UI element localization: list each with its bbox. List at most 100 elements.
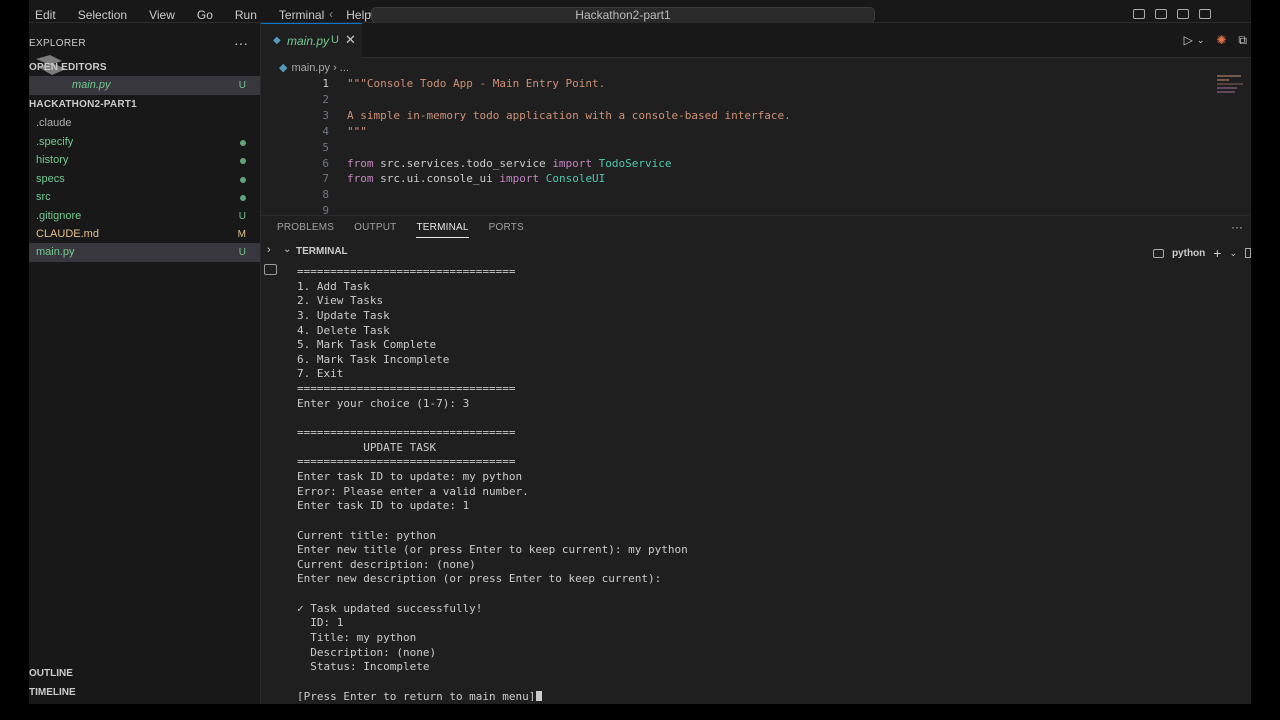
terminal-line-text: ================================= bbox=[297, 426, 516, 440]
tab-badge: U bbox=[331, 34, 339, 46]
tree-item-claude-md[interactable]: CLAUDE.md M bbox=[29, 225, 260, 244]
command-center[interactable]: Hackathon2-part1 bbox=[371, 7, 875, 22]
code-line: """ bbox=[347, 125, 367, 138]
breadcrumb-sep[interactable]: › ... bbox=[333, 62, 349, 74]
terminal-output[interactable]: ================================= 1. Add … bbox=[297, 265, 1237, 701]
tree-item-specs[interactable]: specs bbox=[29, 170, 260, 189]
terminal-line: 4. Delete Task bbox=[297, 324, 1237, 339]
terminal-dropdown-chevron-icon[interactable]: ⌄ bbox=[1229, 248, 1237, 259]
terminal-line-text: ✓ Task updated successfully! bbox=[297, 601, 483, 615]
terminal-line: 5. Mark Task Complete bbox=[297, 338, 1237, 353]
tree-item-dot-gitignore[interactable]: .gitignore U bbox=[29, 207, 260, 226]
code-token: src.services.todo_service bbox=[380, 156, 553, 170]
breadcrumb-file[interactable]: main.py bbox=[291, 62, 330, 74]
tree-item-label: main.py bbox=[36, 246, 75, 258]
project-folder-section[interactable]: HACKATHON2-PART1 bbox=[29, 99, 137, 110]
tab-main-py[interactable]: ◆ main.py U ✕ bbox=[261, 23, 362, 58]
menu-item-go[interactable]: Go bbox=[197, 8, 213, 22]
customize-layout-icon[interactable] bbox=[1199, 9, 1211, 19]
line-number: 4 bbox=[322, 124, 329, 138]
terminal-line-text: 7. Exit bbox=[297, 367, 344, 381]
explorer-more-icon[interactable]: ··· bbox=[234, 35, 248, 51]
menu-item-terminal[interactable]: Terminal bbox=[279, 8, 324, 22]
tree-item-dot-claude[interactable]: .claude bbox=[29, 114, 260, 133]
terminal-line: ================================= bbox=[297, 382, 1237, 397]
outline-section[interactable]: OUTLINE bbox=[29, 668, 73, 679]
code-line: from src.ui.console_ui import ConsoleUI bbox=[347, 172, 605, 185]
terminal-line-text: 1. Add Task bbox=[297, 279, 370, 293]
terminal-line: 7. Exit bbox=[297, 367, 1237, 382]
minimap[interactable] bbox=[1217, 75, 1245, 105]
toggle-sidebar-icon[interactable] bbox=[1133, 9, 1145, 19]
menu-item-edit[interactable]: Edit bbox=[35, 8, 56, 22]
terminal-line-text: ================================= bbox=[297, 455, 516, 469]
panel-more-icon[interactable]: ··· bbox=[1231, 220, 1243, 234]
toggle-panel-icon[interactable] bbox=[1155, 9, 1167, 19]
code-token: ConsoleUI bbox=[545, 172, 606, 186]
timeline-section[interactable]: TIMELINE bbox=[29, 687, 76, 698]
line-number: 2 bbox=[322, 92, 329, 106]
git-status-dot-icon bbox=[240, 139, 246, 146]
terminal-shell-icon bbox=[1152, 248, 1164, 258]
terminal-line-text: Title: my python bbox=[297, 631, 417, 645]
terminal-line: ================================= bbox=[297, 455, 1237, 470]
close-tab-icon[interactable]: ✕ bbox=[345, 32, 356, 48]
terminal-line-text: ================================= bbox=[297, 265, 516, 278]
terminal-line: Enter your choice (1-7): 3 bbox=[297, 397, 1237, 412]
code-token: TodoService bbox=[598, 156, 672, 170]
terminal-shell-name[interactable]: python bbox=[1172, 248, 1205, 259]
git-status-dot-icon bbox=[240, 195, 246, 201]
menu-item-run[interactable]: Run bbox=[235, 8, 257, 22]
tree-item-label: src bbox=[36, 191, 51, 203]
explorer-title: EXPLORER bbox=[29, 38, 86, 49]
open-editor-label: main.py bbox=[72, 79, 111, 91]
code-token: A simple in-memory todo application with… bbox=[347, 108, 791, 122]
terminal-line: ================================= bbox=[297, 265, 1237, 280]
run-dropdown-chevron-icon[interactable]: ⌄ bbox=[1197, 35, 1205, 48]
claude-icon[interactable]: ✺ bbox=[1216, 33, 1226, 48]
code-line: from src.services.todo_service import To… bbox=[347, 157, 672, 170]
terminal-line-text: UPDATE TASK bbox=[297, 440, 437, 454]
split-editor-icon[interactable]: ⧉ bbox=[1238, 33, 1247, 48]
code-line: """Console Todo App - Main Entry Point. bbox=[347, 77, 605, 90]
tab-ports[interactable]: PORTS bbox=[489, 222, 524, 238]
terminal-line: Current description: (none) bbox=[297, 558, 1237, 573]
new-terminal-icon[interactable]: + bbox=[1213, 245, 1221, 261]
open-editor-main-py[interactable]: main.py U bbox=[29, 76, 260, 95]
git-status-dot-icon bbox=[240, 158, 246, 164]
code-token: """Console Todo App - Main Entry Point. bbox=[347, 77, 606, 90]
tree-item-label: .gitignore bbox=[36, 209, 82, 222]
tree-item-main-py[interactable]: main.py U bbox=[29, 243, 260, 262]
terminal-line-text: 6. Mark Task Incomplete bbox=[297, 352, 450, 366]
terminal-line: 3. Update Task bbox=[297, 309, 1237, 324]
terminal-header: › ⌄ TERMINAL python + ⌄ bbox=[261, 242, 1251, 262]
terminal-line: UPDATE TASK bbox=[297, 441, 1237, 456]
terminal-tab-icon[interactable] bbox=[264, 264, 277, 275]
terminal-line-text: 3. Update Task bbox=[297, 308, 390, 322]
menu-bar: Edit Selection View Go Run Terminal Help bbox=[35, 8, 371, 22]
terminal-line: Enter new title (or press Enter to keep … bbox=[297, 543, 1237, 558]
tab-output[interactable]: OUTPUT bbox=[354, 222, 396, 238]
git-status-badge: U bbox=[238, 210, 246, 222]
chevron-down-icon[interactable]: ⌄ bbox=[283, 244, 291, 255]
explorer-header: EXPLORER ··· bbox=[29, 35, 260, 53]
split-terminal-icon[interactable] bbox=[1245, 248, 1251, 258]
tree-item-history[interactable]: history bbox=[29, 151, 260, 170]
chevron-right-icon[interactable]: › bbox=[267, 244, 271, 256]
code-editor[interactable]: 1 """Console Todo App - Main Entry Point.… bbox=[261, 75, 1251, 215]
terminal-line: Status: Incomplete bbox=[297, 660, 1237, 675]
terminal-line: [Press Enter to return to main menu] bbox=[297, 690, 1237, 701]
open-editors-section[interactable]: OPEN EDITORS bbox=[29, 62, 107, 73]
toggle-secondary-sidebar-icon[interactable] bbox=[1177, 9, 1189, 19]
tab-terminal[interactable]: TERMINAL bbox=[416, 222, 469, 238]
tree-item-src[interactable]: src bbox=[29, 188, 260, 207]
menu-item-view[interactable]: View bbox=[149, 8, 175, 22]
code-token: """ bbox=[347, 124, 367, 138]
tree-item-dot-specify[interactable]: .specify bbox=[29, 133, 260, 152]
menu-item-selection[interactable]: Selection bbox=[78, 8, 127, 22]
git-status-badge: M bbox=[237, 229, 246, 240]
run-python-icon[interactable]: ▷ bbox=[1184, 33, 1193, 48]
editor-group: ◆ main.py U ✕ ▷ ⌄ ✺ ⧉ ◆ main.py › ... 1 ""… bbox=[261, 23, 1251, 215]
tab-problems[interactable]: PROBLEMS bbox=[277, 222, 334, 238]
